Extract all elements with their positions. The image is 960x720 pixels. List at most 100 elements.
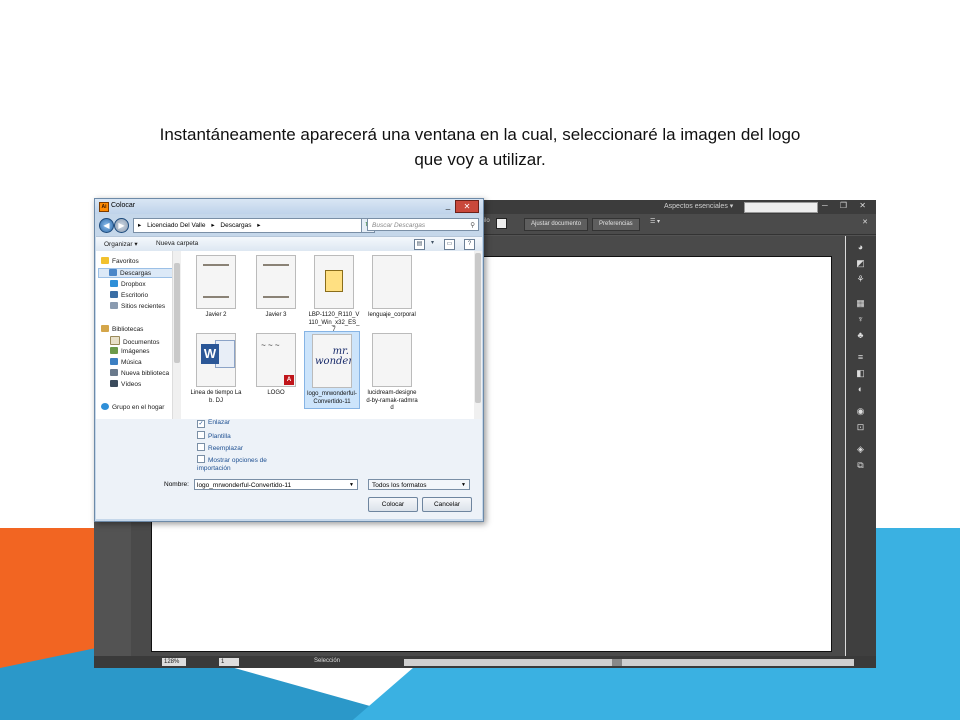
star-icon: [101, 257, 109, 264]
file-list-scrollbar[interactable]: [474, 251, 482, 419]
file-item[interactable]: Javier 3: [248, 253, 304, 331]
file-item[interactable]: ~ ~ ~ A LOGO: [248, 331, 304, 409]
chevron-down-icon[interactable]: ▼: [349, 480, 354, 491]
checkbox-icon: [197, 455, 205, 463]
swatches-icon[interactable]: ⚘: [855, 274, 866, 285]
file-format-select[interactable]: Todos los formatos ▼: [368, 479, 470, 490]
help-search-input[interactable]: [744, 202, 818, 213]
nav-scrollbar[interactable]: [172, 251, 181, 419]
nav-documents[interactable]: Documentos: [110, 336, 160, 346]
nav-music[interactable]: Música: [110, 358, 142, 368]
horizontal-scrollbar[interactable]: [404, 659, 854, 666]
file-item[interactable]: W Linea de tiempo Lab. DJ: [188, 331, 244, 409]
stroke-icon[interactable]: ≡: [855, 352, 866, 363]
replace-checkbox[interactable]: Reemplazar: [197, 443, 243, 453]
nav-dropbox[interactable]: Dropbox: [110, 280, 146, 290]
adjust-document-button[interactable]: Ajustar documento: [524, 218, 589, 231]
artboards-icon[interactable]: ⧉: [855, 460, 866, 471]
color-guide-icon[interactable]: ◩: [855, 258, 866, 269]
back-button[interactable]: ◀: [99, 218, 114, 233]
file-list-scroll-thumb[interactable]: [475, 253, 481, 403]
documents-icon: [110, 336, 120, 345]
color-panel-icon[interactable]: ◕: [855, 242, 866, 253]
arrange-icon[interactable]: ☰ ▾: [650, 218, 660, 225]
address-bar[interactable]: ▸ Licenciado Del Valle ▸ Descargas ▸: [133, 218, 363, 233]
downloads-icon: [109, 269, 117, 276]
nav-new-library[interactable]: Nueva biblioteca: [110, 369, 169, 379]
file-format-value: Todos los formatos: [372, 482, 427, 489]
file-item[interactable]: LBP-1120_R110_V110_Win_x32_ES_7: [306, 253, 362, 333]
file-name-field[interactable]: logo_mrwonderful-Convertido-11 ▼: [194, 479, 358, 490]
style-swatch[interactable]: [496, 218, 507, 229]
brushes-icon[interactable]: ▦: [855, 298, 866, 309]
slide-caption: Instantáneamente aparecerá una ventana e…: [80, 122, 880, 172]
scan-thumbnail: [256, 255, 296, 309]
preferences-button[interactable]: Preferencias: [592, 218, 640, 231]
pdf-thumbnail: ~ ~ ~ A: [256, 333, 296, 387]
nav-images[interactable]: Imágenes: [110, 347, 150, 357]
logo-thumbnail: mr.wonderful: [312, 334, 352, 388]
import-options: ✓ Enlazar Plantilla Reemplazar Mostrar op…: [96, 419, 482, 519]
file-item[interactable]: lucidream-designed-by-ramak-radmrad: [364, 331, 420, 411]
zoom-field[interactable]: 128%: [162, 658, 186, 666]
libraries-icon: [101, 325, 109, 332]
file-item[interactable]: Javier 2: [188, 253, 244, 331]
address-segment-2[interactable]: Descargas: [220, 222, 251, 229]
word-document-icon: W: [196, 333, 236, 387]
nav-downloads[interactable]: Descargas: [98, 268, 174, 278]
search-placeholder: Buscar Descargas: [372, 222, 426, 229]
nav-scroll-thumb[interactable]: [174, 263, 180, 363]
link-checkbox[interactable]: ✓ Enlazar: [197, 419, 230, 428]
nav-label: Escritorio: [121, 292, 149, 299]
dialog-title: Colocar: [111, 202, 136, 209]
nav-videos[interactable]: Vídeos: [110, 380, 141, 390]
nav-label: Descargas: [120, 270, 152, 277]
help-icon[interactable]: ?: [464, 239, 475, 250]
artboard-number-field[interactable]: 1: [219, 658, 239, 666]
view-dropdown-icon[interactable]: ▾: [428, 239, 437, 248]
nav-recent[interactable]: Sitios recientes: [110, 302, 165, 312]
close-icon[interactable]: ✕: [455, 200, 479, 213]
nav-label: Nueva biblioteca: [121, 370, 170, 377]
window-controls[interactable]: ─ ❐ ✕: [822, 201, 871, 210]
symbols-icon[interactable]: ♆: [855, 314, 866, 325]
file-name: lenguaje_corporal: [368, 312, 416, 318]
new-library-icon: [110, 369, 118, 376]
preview-pane-icon[interactable]: ▭: [444, 239, 455, 250]
horizontal-scroll-thumb[interactable]: [612, 659, 622, 666]
gradient-icon[interactable]: ◧: [855, 368, 866, 379]
file-name: logo_mrwonderful-Convertido-11: [307, 391, 357, 405]
template-checkbox[interactable]: Plantilla: [197, 431, 231, 441]
option-label: Plantilla: [208, 433, 231, 440]
graphic-styles-icon[interactable]: ♣: [855, 330, 866, 341]
minimize-icon[interactable]: _: [443, 200, 453, 211]
transparency-icon[interactable]: ◐: [855, 384, 866, 395]
workspace-switcher[interactable]: Aspectos esenciales ▾: [664, 202, 733, 210]
nav-libraries[interactable]: Bibliotecas: [101, 325, 143, 335]
organize-menu[interactable]: Organizar ▾: [104, 240, 138, 248]
address-segment-1[interactable]: Licenciado Del Valle: [147, 222, 205, 229]
place-button[interactable]: Colocar: [368, 497, 418, 512]
file-item[interactable]: lenguaje_corporal: [364, 253, 420, 331]
file-name: Javier 3: [265, 312, 287, 318]
nav-desktop[interactable]: Escritorio: [110, 291, 148, 301]
view-options-icon[interactable]: ▤: [414, 239, 425, 250]
show-import-options-checkbox[interactable]: Mostrar opciones de importación: [197, 455, 277, 473]
nav-favorites[interactable]: Favoritos: [101, 257, 139, 267]
nav-label: Favoritos: [112, 258, 139, 265]
file-item-selected[interactable]: mr.wonderful logo_mrwonderful-Convertido…: [304, 331, 360, 409]
file-name-label: Nombre:: [164, 481, 189, 488]
appearance-icon[interactable]: ◉: [855, 406, 866, 417]
option-label: Enlazar: [208, 419, 231, 426]
cancel-button[interactable]: Cancelar: [422, 497, 472, 512]
nav-homegroup[interactable]: Grupo en el hogar: [101, 403, 164, 413]
forward-button[interactable]: ▶: [114, 218, 129, 233]
panel-close-icon[interactable]: ✕: [862, 218, 868, 226]
workspace-label: Aspectos esenciales: [664, 203, 728, 210]
align-icon[interactable]: ⊡: [855, 422, 866, 433]
layers-icon[interactable]: ◈: [855, 444, 866, 455]
new-folder-button[interactable]: Nueva carpeta: [156, 240, 198, 247]
checkbox-checked-icon: ✓: [197, 420, 205, 428]
search-input[interactable]: Buscar Descargas ⚲: [367, 218, 479, 231]
file-name: Javier 2: [205, 312, 227, 318]
